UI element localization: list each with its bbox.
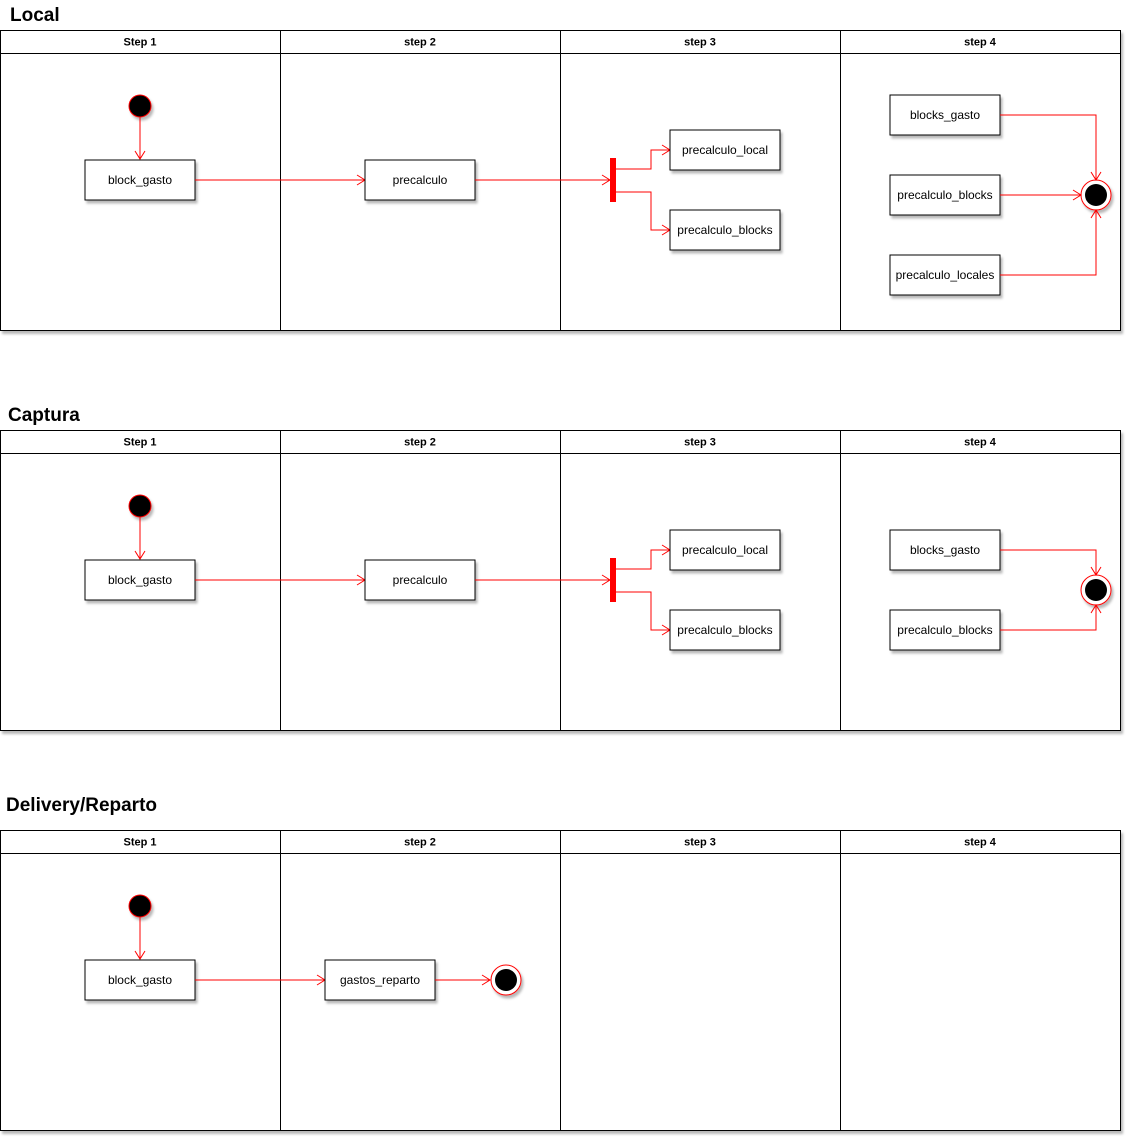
node-precalculo[interactable]: precalculo xyxy=(364,559,476,601)
node-step4-precalculo-blocks-label: precalculo_blocks xyxy=(897,623,992,637)
fork-bar xyxy=(610,558,616,602)
node-precalculo-locales-label: precalculo_locales xyxy=(896,268,995,282)
lane-header-2: step 2 xyxy=(404,836,436,848)
node-step4-precalculo-blocks-label: precalculo_blocks xyxy=(897,188,992,202)
node-block-gasto[interactable]: block_gasto xyxy=(84,959,196,1001)
node-blocks-gasto[interactable]: blocks_gasto xyxy=(889,529,1001,571)
final-node xyxy=(1080,574,1112,606)
node-precalculo-local[interactable]: precalculo_local xyxy=(669,529,781,571)
lane-header-4: step 4 xyxy=(964,836,997,848)
lane-header-3: step 3 xyxy=(684,436,716,448)
diagram-title: Captura xyxy=(8,405,80,426)
final-node-dot xyxy=(495,969,517,991)
node-precalculo-blocks-label: precalculo_blocks xyxy=(677,223,772,237)
node-precalculo-local-label: precalculo_local xyxy=(682,143,768,157)
fork-bar xyxy=(610,158,616,202)
node-precalculo[interactable]: precalculo xyxy=(364,159,476,201)
node-gastos-reparto[interactable]: gastos_reparto xyxy=(324,959,436,1001)
lane-header-3: step 3 xyxy=(684,836,716,848)
final-node xyxy=(1080,179,1112,211)
node-block-gasto[interactable]: block_gasto xyxy=(84,159,196,201)
lane-header-4: step 4 xyxy=(964,36,997,48)
diagram-1: Local Step 1 step 2 step 3 step 4 block_gasto… xyxy=(0,5,1121,331)
final-node xyxy=(490,964,522,996)
node-step4-precalculo-blocks[interactable]: precalculo_blocks xyxy=(889,609,1001,651)
node-precalculo-local-label: precalculo_local xyxy=(682,543,768,557)
lane-header-4: step 4 xyxy=(964,436,997,448)
node-step4-precalculo-blocks[interactable]: precalculo_blocks xyxy=(889,174,1001,216)
node-precalculo-label: precalculo xyxy=(393,173,448,187)
activity-diagrams: Local Step 1 step 2 step 3 step 4 block_gasto… xyxy=(0,5,1121,1131)
initial-node xyxy=(128,894,152,918)
lane-header-2: step 2 xyxy=(404,436,436,448)
final-node-dot xyxy=(1085,579,1107,601)
node-gastos-reparto-label: gastos_reparto xyxy=(340,973,420,987)
lane-header-1: Step 1 xyxy=(123,436,156,448)
initial-node xyxy=(128,94,152,118)
diagram-2: Captura Step 1 step 2 step 3 step 4 block_gas… xyxy=(0,405,1121,731)
node-block-gasto-label: block_gasto xyxy=(108,973,172,987)
node-blocks-gasto[interactable]: blocks_gasto xyxy=(889,94,1001,136)
node-block-gasto[interactable]: block_gasto xyxy=(84,559,196,601)
node-precalculo-blocks-label: precalculo_blocks xyxy=(677,623,772,637)
node-block-gasto-label: block_gasto xyxy=(108,173,172,187)
node-precalculo-local[interactable]: precalculo_local xyxy=(669,129,781,171)
node-precalculo-blocks[interactable]: precalculo_blocks xyxy=(669,209,781,251)
lane-header-2: step 2 xyxy=(404,36,436,48)
diagram-title: Local xyxy=(10,5,60,26)
lane-header-1: Step 1 xyxy=(123,836,156,848)
diagram-3: Delivery/Reparto Step 1 step 2 step 3 step 4… xyxy=(0,795,1121,1131)
lane-header-1: Step 1 xyxy=(123,36,156,48)
node-blocks-gasto-label: blocks_gasto xyxy=(910,543,980,557)
diagram-title: Delivery/Reparto xyxy=(6,795,157,816)
node-precalculo-label: precalculo xyxy=(393,573,448,587)
node-precalculo-blocks[interactable]: precalculo_blocks xyxy=(669,609,781,651)
initial-node xyxy=(128,494,152,518)
node-blocks-gasto-label: blocks_gasto xyxy=(910,108,980,122)
node-precalculo-locales[interactable]: precalculo_locales xyxy=(889,254,1001,296)
node-block-gasto-label: block_gasto xyxy=(108,573,172,587)
lane-header-3: step 3 xyxy=(684,36,716,48)
final-node-dot xyxy=(1085,184,1107,206)
